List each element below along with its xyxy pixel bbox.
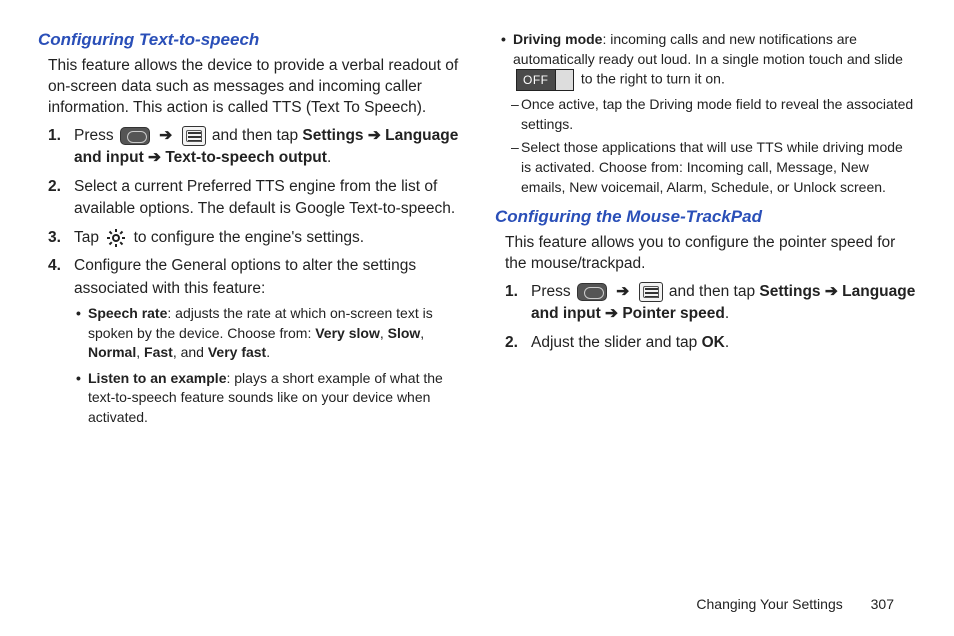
step-text: and then tap — [212, 127, 298, 144]
step-number: 1. — [48, 125, 61, 147]
footer-section: Changing Your Settings — [696, 596, 842, 612]
right-column: Driving mode: incoming calls and new not… — [495, 30, 916, 434]
step-number: 3. — [48, 227, 61, 249]
step-text: Tap — [74, 229, 99, 246]
sep: , — [420, 325, 424, 341]
step-3: 3. Tap — [74, 227, 459, 249]
page-footer: Changing Your Settings 307 — [696, 596, 894, 612]
tts-intro: This feature allows the device to provid… — [38, 56, 459, 119]
opt: Very slow — [315, 325, 380, 341]
step-1: 1. Press ➔ and then tap Settings ➔ Langu… — [531, 281, 916, 326]
bullet-speech-rate: Speech rate: adjusts the rate at which o… — [88, 304, 459, 363]
gear-icon — [105, 228, 127, 248]
toggle-label: OFF — [523, 72, 549, 89]
step-text: Configure the General options to alter t… — [74, 257, 416, 296]
bullet-listen-example: Listen to an example: plays a short exam… — [88, 369, 459, 428]
trackpad-steps: 1. Press ➔ and then tap Settings ➔ Langu… — [495, 281, 916, 354]
dash-item: Select those applications that will use … — [521, 138, 916, 197]
off-toggle-icon: OFF — [516, 69, 574, 91]
opt: Very fast — [208, 344, 266, 360]
driving-mode-bullets: Driving mode: incoming calls and new not… — [495, 30, 916, 197]
sep: , — [136, 344, 144, 360]
period: . — [327, 149, 331, 166]
bullet-label: Speech rate — [88, 305, 167, 321]
step-number: 2. — [48, 176, 61, 198]
bullet-driving-mode: Driving mode: incoming calls and new not… — [513, 30, 916, 197]
driving-mode-sublist: Once active, tap the Driving mode field … — [513, 95, 916, 197]
sep: , — [380, 325, 388, 341]
opt: Fast — [144, 344, 173, 360]
ok-label: OK — [702, 334, 725, 351]
section-heading-tts: Configuring Text-to-speech — [38, 30, 459, 50]
step-2: 2. Select a current Preferred TTS engine… — [74, 176, 459, 221]
tts-steps: 1. Press ➔ and then tap Settings ➔ Langu… — [38, 125, 459, 428]
toggle-knob — [555, 70, 573, 90]
home-button-icon — [120, 127, 150, 145]
opt: Normal — [88, 344, 136, 360]
step4-bullets: Speech rate: adjusts the rate at which o… — [74, 304, 459, 428]
step-text: to configure the engine's settings. — [134, 229, 364, 246]
step-text: Adjust the slider and tap — [531, 334, 702, 351]
bullet-label: Listen to an example — [88, 370, 226, 386]
dash-item: Once active, tap the Driving mode field … — [521, 95, 916, 134]
arrow-icon: ➔ — [613, 283, 632, 300]
menu-icon — [182, 126, 206, 146]
bullet-label: Driving mode — [513, 31, 602, 47]
step-1: 1. Press ➔ and then tap Settings ➔ Langu… — [74, 125, 459, 170]
step-number: 4. — [48, 255, 61, 277]
step-text: Select a current Preferred TTS engine fr… — [74, 178, 455, 217]
opt: Slow — [388, 325, 421, 341]
sep: , and — [173, 344, 208, 360]
period: . — [725, 334, 729, 351]
step-text: Press — [531, 283, 571, 300]
step-text: Press — [74, 127, 114, 144]
step-text: and then tap — [669, 283, 755, 300]
section-heading-trackpad: Configuring the Mouse-TrackPad — [495, 207, 916, 227]
step-4: 4. Configure the General options to alte… — [74, 255, 459, 428]
bullet-text: to the right to turn it on. — [581, 71, 725, 87]
step-number: 1. — [505, 281, 518, 303]
left-column: Configuring Text-to-speech This feature … — [38, 30, 459, 434]
period: . — [725, 305, 729, 322]
home-button-icon — [577, 283, 607, 301]
menu-icon — [639, 282, 663, 302]
page-number: 307 — [871, 596, 894, 612]
period: . — [266, 344, 270, 360]
trackpad-intro: This feature allows you to configure the… — [495, 233, 916, 275]
arrow-icon: ➔ — [156, 127, 175, 144]
step-2: 2. Adjust the slider and tap OK. — [531, 332, 916, 354]
step-number: 2. — [505, 332, 518, 354]
